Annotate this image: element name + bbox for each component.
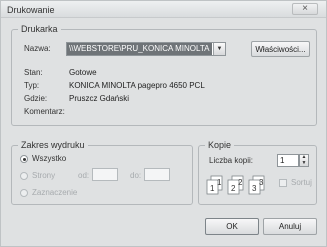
location-label: Gdzie: [24, 94, 48, 103]
print-range-label: Zakres wydruku [18, 140, 88, 150]
print-range-group: Zakres wydruku Wszystko Strony od: do: Z… [11, 140, 193, 205]
copies-spinner[interactable]: ▲ ▼ [299, 154, 309, 167]
spin-down-icon[interactable]: ▼ [300, 160, 308, 167]
print-dialog: Drukowanie × Drukarka Nazwa: \\WEBSTORE\… [0, 0, 327, 247]
range-to-input[interactable] [144, 168, 170, 181]
svg-text:2: 2 [231, 184, 236, 193]
range-pages-label: Strony [32, 171, 56, 180]
range-all-radio[interactable] [20, 155, 28, 163]
copies-group: Kopie Liczba kopii: 1 ▲ ▼ 11 22 3 3 Sort… [198, 140, 317, 205]
collate-pages-icon: 11 22 33 [205, 174, 271, 196]
printer-group-label: Drukarka [18, 24, 61, 34]
svg-text:3: 3 [252, 184, 257, 193]
title-bar: Drukowanie × [1, 1, 326, 18]
window-title: Drukowanie [7, 5, 55, 15]
svg-text:3: 3 [259, 178, 264, 187]
close-button[interactable]: × [292, 3, 318, 15]
collate-label: Sortuj [291, 178, 312, 187]
copies-count-input[interactable]: 1 [277, 154, 299, 167]
cancel-button[interactable]: Anuluj [263, 218, 317, 235]
svg-text:2: 2 [238, 178, 243, 187]
range-all-label: Wszystko [32, 154, 67, 163]
comment-label: Komentarz: [24, 107, 65, 116]
range-to-label: do: [130, 171, 142, 180]
status-value: Gotowe [69, 68, 97, 77]
range-selection-label: Zaznaczenie [32, 188, 78, 197]
ok-button[interactable]: OK [205, 218, 259, 235]
svg-text:1: 1 [210, 184, 215, 193]
copies-group-label: Kopie [205, 140, 235, 150]
type-label: Typ: [24, 81, 40, 90]
copies-count-label: Liczba kopii: [209, 156, 254, 165]
properties-button[interactable]: Właściwości... [251, 41, 310, 57]
range-from-input[interactable] [92, 168, 118, 181]
chevron-down-icon[interactable]: ▼ [213, 43, 225, 55]
printer-name-select[interactable]: \\WEBSTORE\PRU_KONICA MINOLTA ▼ [66, 42, 226, 56]
svg-text:1: 1 [217, 178, 222, 187]
printer-group: Drukarka Nazwa: \\WEBSTORE\PRU_KONICA MI… [11, 24, 317, 126]
printer-name-label: Nazwa: [24, 44, 51, 53]
range-pages-radio[interactable] [20, 172, 28, 180]
location-value: Pruszcz Gdański [69, 94, 130, 103]
status-label: Stan: [24, 68, 43, 77]
printer-name-value: \\WEBSTORE\PRU_KONICA MINOLTA [67, 43, 212, 55]
collate-checkbox[interactable] [279, 179, 287, 187]
type-value: KONICA MINOLTA pagepro 4650 PCL [69, 81, 205, 90]
close-icon: × [302, 3, 308, 14]
range-from-label: od: [78, 171, 90, 180]
range-selection-radio[interactable] [20, 189, 28, 197]
